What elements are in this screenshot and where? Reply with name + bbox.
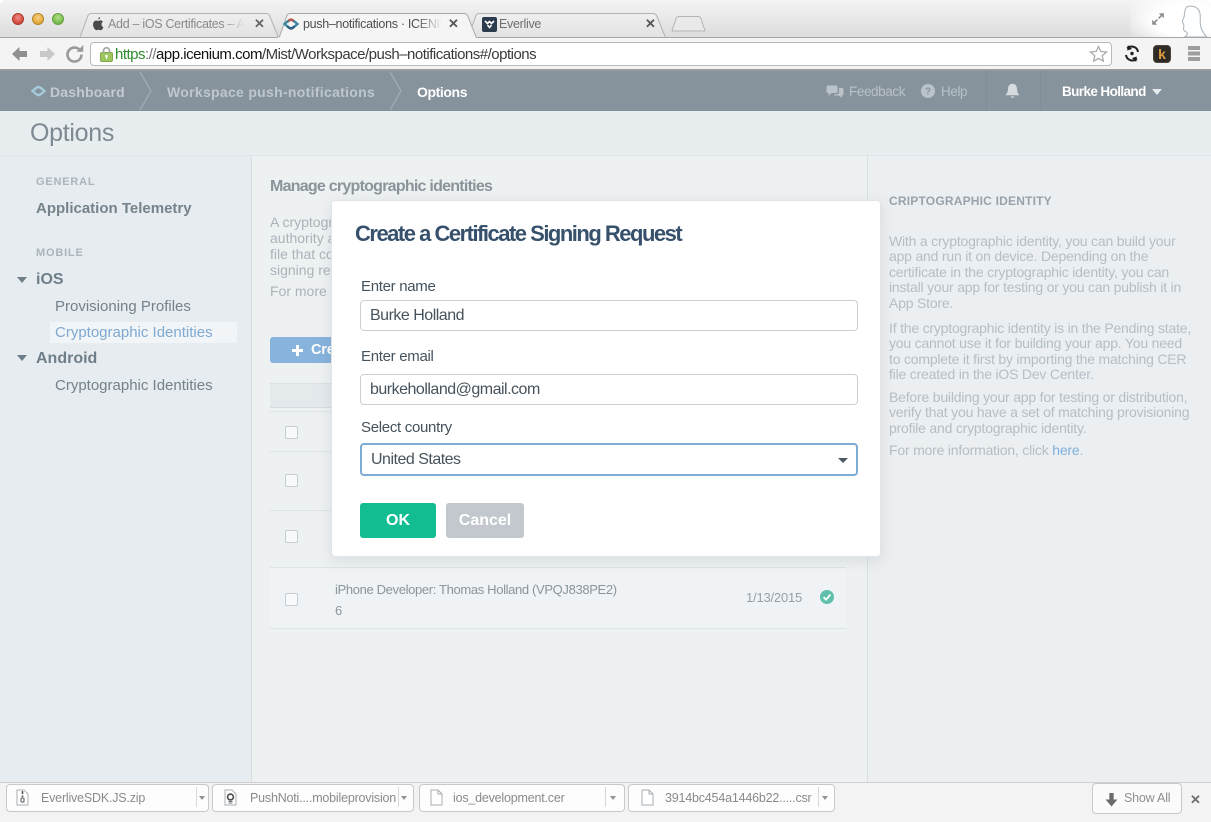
svg-text:?: ? [925,87,931,98]
